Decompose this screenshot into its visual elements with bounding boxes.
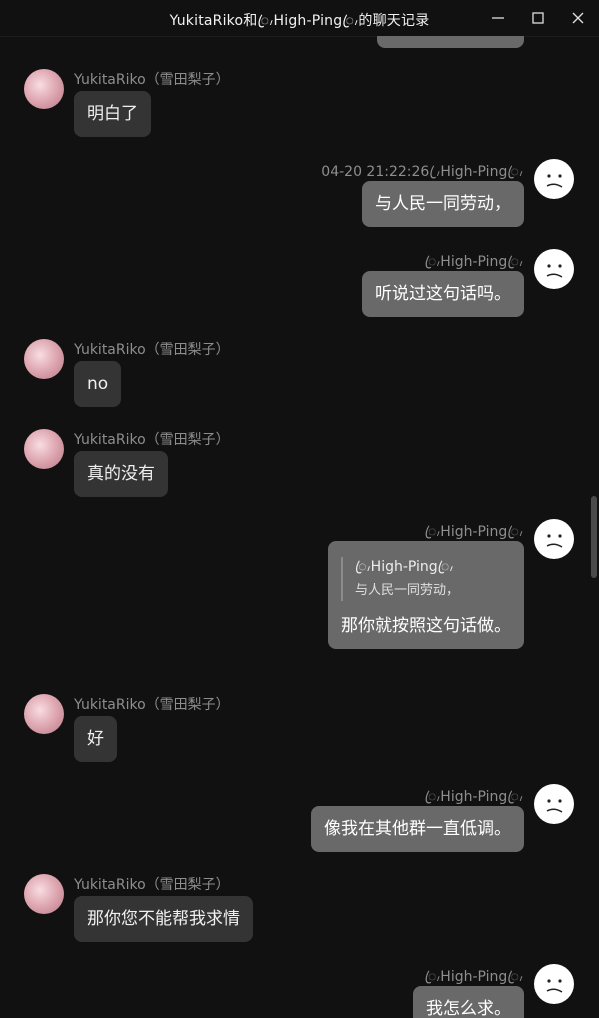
avatar-self[interactable] [534,784,574,824]
quoted-sender: ꦿ៸High-Pingꦿ៸ [355,559,454,575]
message-bubble[interactable]: 明白了 [74,91,151,137]
avatar-other[interactable] [24,339,64,379]
sender-name: YukitaRiko（雪田梨子） [74,72,230,88]
scrollbar-thumb[interactable] [591,496,597,578]
avatar-self[interactable] [534,249,574,289]
title-bar: YukitaRiko和ꦿ៸High-Pingꦿ៸的聊天记录 [0,0,599,37]
maximize-icon[interactable] [528,8,548,28]
message-bubble[interactable]: 好 [74,716,117,762]
sender-name: ꦿ៸High-Pingꦿ៸ [436,164,523,180]
sender-name: YukitaRiko（雪田梨子） [74,342,230,358]
message-bubble[interactable]: no [74,361,122,407]
message-text: 那你就按照这句话做。 [341,616,511,636]
message-bubble[interactable]: 与人民一同劳动， [362,181,524,227]
avatar-self[interactable] [534,159,574,199]
message-bubble[interactable]: 像我在其他群一直低调。 [311,806,524,852]
message-bubble[interactable]: 听说过这句话吗。 [362,271,524,317]
sender-name: YukitaRiko（雪田梨子） [74,877,230,893]
minimize-icon[interactable] [488,8,508,28]
avatar-self[interactable] [534,964,574,1004]
message-bubble[interactable]: 那你您不能帮我求情 [74,896,253,942]
message-bubble-with-quote[interactable]: ꦿ៸High-Pingꦿ៸ 与人民一同劳动， 那你就按照这句话做。 [328,541,524,649]
sender-name: YukitaRiko（雪田梨子） [74,697,230,713]
quoted-message[interactable]: ꦿ៸High-Pingꦿ៸ 与人民一同劳动， [341,557,511,601]
sender-name: YukitaRiko（雪田梨子） [74,432,230,448]
window-title: YukitaRiko和ꦿ៸High-Pingꦿ៸的聊天记录 [169,13,430,29]
avatar-other[interactable] [24,69,64,109]
message-bubble[interactable]: 我怎么求。 [413,986,524,1018]
message-bubble-partial [377,36,524,48]
chat-history[interactable]: YukitaRiko（雪田梨子） 明白了 04-20 21:22:26 ꦿ៸Hi… [0,36,599,1018]
avatar-self[interactable] [534,519,574,559]
message-bubble[interactable]: 真的没有 [74,451,168,497]
close-icon[interactable] [568,8,588,28]
quoted-text: 与人民一同劳动， [355,583,460,598]
avatar-other[interactable] [24,694,64,734]
message-time: 04-20 21:22:26 [321,164,430,180]
avatar-other[interactable] [24,429,64,469]
avatar-other[interactable] [24,874,64,914]
